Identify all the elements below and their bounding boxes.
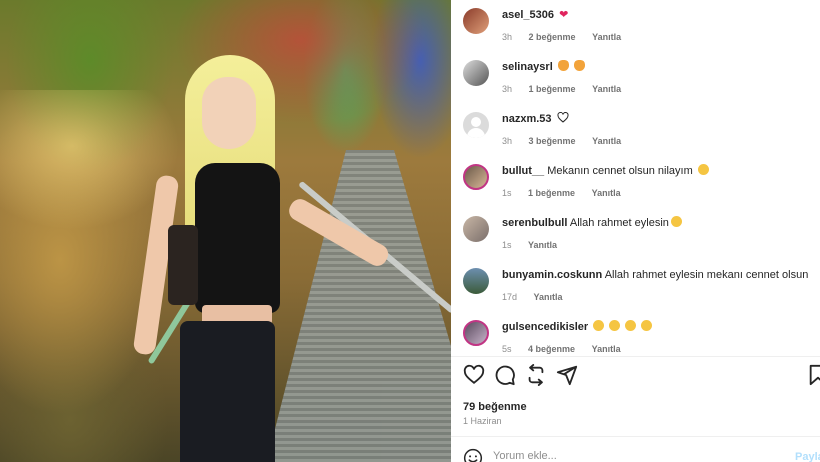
comment-time: 3h bbox=[502, 136, 513, 146]
comment-username[interactable]: bullut__ bbox=[502, 165, 544, 177]
comment-item: serenbulbull Allah rahmet eylesin 1s Yan… bbox=[463, 212, 820, 264]
reply-button[interactable]: Yanıtla bbox=[592, 32, 621, 42]
divider bbox=[451, 436, 820, 437]
comment-list[interactable]: asel_5306 ❤ 3h 2 beğenme Yanıtla selinay… bbox=[451, 0, 820, 356]
comment-icon[interactable] bbox=[494, 364, 516, 386]
comment-item: nazxm.53 3h 3 beğenme Yanıtla bbox=[463, 108, 820, 160]
sad-face-emoji bbox=[609, 320, 621, 331]
reply-button[interactable]: Yanıtla bbox=[592, 84, 621, 94]
sad-face-emoji bbox=[593, 320, 605, 331]
story-ring-avatar[interactable] bbox=[463, 164, 489, 190]
bookmark-icon[interactable] bbox=[807, 364, 820, 386]
reply-button[interactable]: Yanıtla bbox=[592, 344, 621, 354]
avatar[interactable] bbox=[463, 268, 489, 294]
comment-item: bunyamin.coskunn Allah rahmet eylesin me… bbox=[463, 264, 820, 316]
comment-likes[interactable]: 2 beğenme bbox=[529, 32, 576, 42]
post-comment-button[interactable]: Payla bbox=[795, 451, 820, 462]
comment-text: Allah rahmet eylesin bbox=[569, 217, 669, 229]
comment-username[interactable]: nazxm.53 bbox=[502, 113, 552, 125]
avatar[interactable] bbox=[463, 60, 489, 86]
black-top bbox=[195, 163, 280, 313]
cat-emoji bbox=[573, 60, 585, 71]
comment-time: 3h bbox=[502, 84, 513, 94]
cat-emoji bbox=[557, 60, 569, 71]
sad-face-emoji bbox=[641, 320, 653, 331]
comment-item: asel_5306 ❤ 3h 2 beğenme Yanıtla bbox=[463, 4, 820, 56]
comment-username[interactable]: serenbulbull bbox=[502, 217, 567, 229]
post-date: 1 Haziran bbox=[463, 416, 502, 426]
comment-likes[interactable]: 4 beğenme bbox=[528, 344, 575, 354]
reply-button[interactable]: Yanıtla bbox=[534, 292, 563, 302]
shoulder-bag bbox=[168, 225, 198, 305]
heart-icon[interactable] bbox=[463, 364, 485, 386]
avatar[interactable] bbox=[463, 216, 489, 242]
comment-input[interactable] bbox=[493, 450, 753, 462]
comment-username[interactable]: asel_5306 bbox=[502, 9, 554, 21]
comment-likes[interactable]: 3 beğenme bbox=[529, 136, 576, 146]
red-heart-emoji: ❤ bbox=[559, 9, 569, 21]
reply-button[interactable]: Yanıtla bbox=[528, 240, 557, 250]
sad-face-emoji bbox=[625, 320, 637, 331]
comment-likes[interactable]: 1 beğenme bbox=[529, 84, 576, 94]
jeans bbox=[180, 321, 275, 462]
reply-button[interactable]: Yanıtla bbox=[592, 188, 621, 198]
sad-face-emoji bbox=[697, 164, 709, 175]
action-bar bbox=[463, 364, 820, 390]
comment-text: Allah rahmet eylesin mekanı cennet olsun bbox=[604, 269, 809, 281]
repost-icon[interactable] bbox=[525, 364, 547, 386]
comments-panel: asel_5306 ❤ 3h 2 beğenme Yanıtla selinay… bbox=[451, 0, 820, 462]
comment-time: 17d bbox=[502, 292, 518, 302]
story-ring-avatar[interactable] bbox=[463, 320, 489, 346]
comment-text: Mekanın cennet olsun nilayım bbox=[547, 165, 693, 177]
face bbox=[202, 77, 256, 149]
comment-time: 1s bbox=[502, 188, 512, 198]
person-figure bbox=[132, 55, 392, 462]
comment-username[interactable]: selinaysrl bbox=[502, 61, 553, 73]
reply-button[interactable]: Yanıtla bbox=[592, 136, 621, 146]
smiley-icon[interactable] bbox=[463, 448, 483, 462]
comment-username[interactable]: gulsencedikisler bbox=[502, 321, 588, 333]
default-avatar[interactable] bbox=[463, 112, 489, 138]
comment-item: selinaysrl 3h 1 beğenme Yanıtla bbox=[463, 56, 820, 108]
add-comment-bar: Payla bbox=[463, 447, 820, 462]
avatar[interactable] bbox=[463, 8, 489, 34]
comment-username[interactable]: bunyamin.coskunn bbox=[502, 269, 602, 281]
sad-face-emoji bbox=[670, 216, 682, 227]
comment-likes[interactable]: 1 beğenme bbox=[528, 188, 575, 198]
comment-time: 1s bbox=[502, 240, 512, 250]
send-icon[interactable] bbox=[556, 364, 578, 386]
outline-heart-emoji bbox=[557, 111, 569, 123]
post-likes-count[interactable]: 79 beğenme bbox=[463, 401, 527, 413]
post-image bbox=[0, 0, 451, 462]
comment-item: gulsencedikisler 5s 4 beğenme Yanıtla bbox=[463, 316, 820, 356]
comment-time: 3h bbox=[502, 32, 513, 42]
comment-item: bullut__ Mekanın cennet olsun nilayım 1s… bbox=[463, 160, 820, 212]
divider bbox=[451, 356, 820, 357]
comment-time: 5s bbox=[502, 344, 512, 354]
